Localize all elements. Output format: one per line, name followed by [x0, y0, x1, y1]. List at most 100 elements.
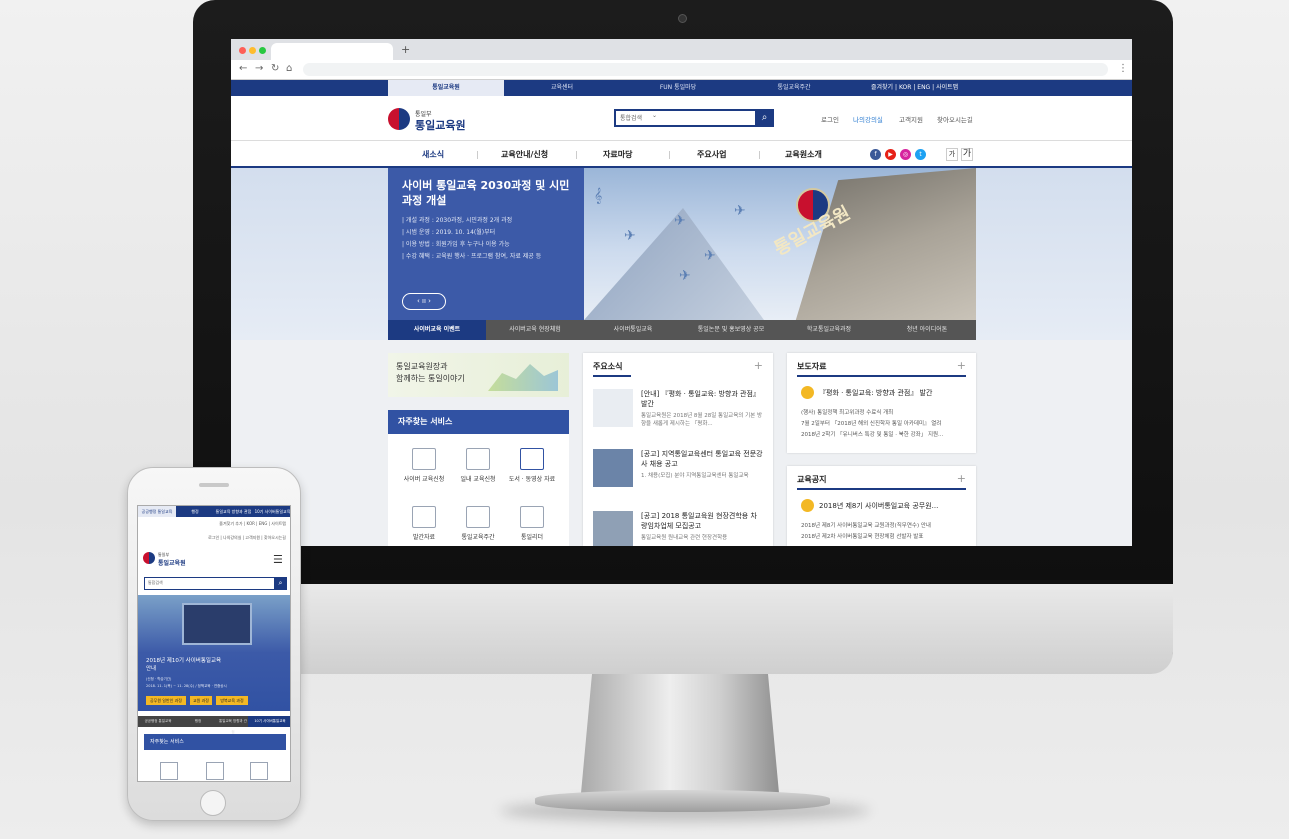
hero-tab[interactable]: 청년 아이디어톤	[878, 320, 976, 340]
phone-logo-emblem-icon[interactable]	[143, 552, 155, 564]
eng-link[interactable]: ENG	[917, 84, 930, 91]
phone-hero-tab[interactable]: 10기 사이버통일교육	[248, 716, 290, 727]
browser-tab[interactable]	[271, 43, 393, 60]
util-tab-1[interactable]: 통일교육원	[388, 80, 504, 96]
login-link[interactable]: 로그인	[821, 114, 839, 124]
phone-hero-button[interactable]: 교원 과정	[190, 696, 212, 705]
search-input[interactable]: 통합검색 ⌄	[614, 109, 774, 127]
close-dot-icon[interactable]	[239, 47, 246, 54]
instagram-icon[interactable]: ◎	[900, 149, 911, 160]
news-item-title[interactable]: [공고] 2018 통일교육원 현장견학용 차량임차업체 모집공고	[641, 511, 763, 531]
phone-member-links[interactable]: 로그인 | 나의강의실 | 고객지원 | 찾아오시는길	[138, 533, 290, 543]
home-icon[interactable]: ⌂	[286, 63, 292, 74]
maximize-dot-icon[interactable]	[259, 47, 266, 54]
font-larger-button[interactable]: 가	[961, 148, 973, 161]
news-item-title[interactable]: [공고] 지역통일교육센터 통일교육 전문강사 채용 공고	[641, 449, 763, 469]
service-onsite-apply[interactable]: 일내 교육신청	[448, 448, 508, 483]
nav-projects[interactable]: 주요사업	[697, 149, 726, 160]
directions-link[interactable]: 찾아오시는길	[937, 114, 973, 124]
address-bar[interactable]	[303, 63, 1108, 76]
phone-util-tab[interactable]: 공공행정 통일교육	[138, 506, 176, 517]
monitor-icon[interactable]	[160, 762, 178, 780]
phone-util-tab[interactable]: 통일교육 방향과 관점	[214, 506, 253, 517]
reload-icon[interactable]: ↻	[271, 63, 279, 74]
phone-hero-line: 2018. 11. 1(목) ~ 11. 28(수) / 정책교육 · 연중상시	[146, 684, 227, 688]
back-icon[interactable]: ←	[239, 63, 247, 74]
notice-item[interactable]: 2018년 제8기 사이버통일교육 교원과정(직무연수) 안내	[801, 521, 931, 529]
util-tab-2[interactable]: 교육센터	[504, 80, 620, 96]
nav-education[interactable]: 교육안내/신청	[501, 149, 548, 160]
press-featured[interactable]: 『평화 · 통일교육: 방향과 관점』 발간	[819, 388, 932, 398]
phone-logo-title[interactable]: 통일교육원	[158, 558, 186, 567]
phone-hero-tab[interactable]: 행정	[178, 716, 218, 727]
news-thumbnail[interactable]	[593, 389, 633, 427]
minimize-dot-icon[interactable]	[249, 47, 256, 54]
util-tab-3[interactable]: FUN 통일마당	[620, 80, 736, 96]
press-item[interactable]: (행사) 통일정책 최고위과정 수료식 개최	[801, 408, 893, 416]
forward-icon[interactable]: →	[255, 63, 263, 74]
phone-hero-tab[interactable]: 통일교육 방향과 관점	[218, 716, 248, 734]
chevron-down-icon[interactable]: ⌄	[652, 112, 657, 119]
hero-tab[interactable]: 사이버통일교육	[584, 320, 682, 340]
font-smaller-button[interactable]: 가	[946, 148, 958, 161]
nav-about[interactable]: 교육원소개	[785, 149, 822, 160]
support-link[interactable]: 고객지원	[899, 114, 923, 124]
press-item[interactable]: 2018년 2학기 「유니버스 특강 및 통일 · 북한 강좌」 지원...	[801, 430, 943, 438]
phone-hero-tab[interactable]: 공공행정 통일교육	[138, 716, 178, 727]
nav-divider	[669, 151, 670, 159]
youtube-icon[interactable]: ▶	[885, 149, 896, 160]
notice-item[interactable]: 2018년 제2차 사이버통일교육 현장체험 선발자 발표	[801, 532, 923, 540]
news-item-title[interactable]: [안내] 『평화 · 통일교육: 방향과 관점』 발간	[641, 389, 763, 409]
phone-search-input[interactable]: 통합검색	[144, 577, 275, 590]
my-classroom-link[interactable]: 나의강의실	[853, 114, 883, 124]
slider-control[interactable]: ‹ ıı ›	[402, 293, 446, 310]
frequent-services: 사이버 교육신청 일내 교육신청 도서 · 동영상 자료 발간자료 통일교육주간…	[388, 434, 569, 546]
service-leader[interactable]: 통일리더	[502, 506, 562, 541]
hero-tab[interactable]: 통일논문 및 홍보영상 공모	[682, 320, 780, 340]
twitter-icon[interactable]: t	[915, 149, 926, 160]
phone-hero-button[interactable]: 공무원 일반인 과정	[146, 696, 186, 705]
phone-util-tab[interactable]: 행정	[176, 506, 214, 517]
notice-title: 교육공지	[797, 475, 827, 484]
notice-more-button[interactable]: +	[957, 472, 966, 485]
phone-search-button[interactable]: ⌕	[274, 577, 287, 590]
facebook-icon[interactable]: f	[870, 149, 881, 160]
hero-tab[interactable]: 사이버교육 이벤트	[388, 320, 486, 340]
building-icon[interactable]	[206, 762, 224, 780]
nav-resources[interactable]: 자료마당	[603, 149, 632, 160]
search-icon: ⌕	[761, 112, 768, 123]
phone-hero-title[interactable]: 2018년 제10기 사이버통일교육 안내	[146, 657, 226, 673]
hero-line: | 개설 과정 : 2030과정, 시민과정 2개 과정	[402, 217, 513, 224]
press-more-button[interactable]: +	[957, 359, 966, 372]
service-cyber-apply[interactable]: 사이버 교육신청	[394, 448, 454, 483]
new-tab-button[interactable]: +	[401, 43, 410, 56]
menu-icon[interactable]: ⋮	[1118, 63, 1128, 74]
phone-util-tab[interactable]: 10기 사이버통일교육	[253, 506, 290, 517]
hero-tab[interactable]: 학교통일교육과정	[780, 320, 878, 340]
phone-home-button[interactable]	[200, 790, 226, 816]
logo-emblem-icon[interactable]	[388, 108, 410, 130]
service-label: 도서 · 동영상 자료	[508, 476, 556, 483]
hamburger-menu-icon[interactable]: ☰	[273, 553, 283, 566]
favorite-link[interactable]: 즐겨찾기	[871, 84, 893, 91]
sitemap-link[interactable]: 사이트맵	[936, 84, 958, 91]
service-education-week[interactable]: 통일교육주간	[448, 506, 508, 541]
director-banner[interactable]: 통일교육원장과 함께하는 통일이야기	[388, 353, 569, 397]
phone-util-links[interactable]: 즐겨찾기 추가 | KOR | ENG | 사이트맵	[138, 519, 290, 529]
news-thumbnail[interactable]	[593, 449, 633, 487]
nav-news[interactable]: 새소식	[422, 149, 444, 160]
kor-link[interactable]: KOR	[899, 84, 912, 91]
news-more-button[interactable]: +	[754, 359, 763, 372]
notice-featured[interactable]: 2018년 제8기 사이버통일교육 공무원...	[819, 501, 938, 511]
news-thumbnail[interactable]	[593, 511, 633, 546]
service-media[interactable]: 도서 · 동영상 자료	[502, 448, 562, 483]
books-icon[interactable]	[250, 762, 268, 780]
util-tab-4[interactable]: 통일교육주간	[736, 80, 852, 96]
search-button[interactable]: ⌕	[755, 109, 774, 127]
phone-hero-button[interactable]: 방북교육 과정	[216, 696, 248, 705]
press-item[interactable]: 7월 2일부터 『2018년 해외 신진학자 통일 아카데미』 열려	[801, 419, 941, 427]
logo-title[interactable]: 통일교육원	[415, 117, 466, 133]
hero-tab[interactable]: 사이버교육 현장체험	[486, 320, 584, 340]
hero-title[interactable]: 사이버 통일교육 2030과정 및 시민과정 개설	[402, 178, 572, 208]
service-publications[interactable]: 발간자료	[394, 506, 454, 541]
